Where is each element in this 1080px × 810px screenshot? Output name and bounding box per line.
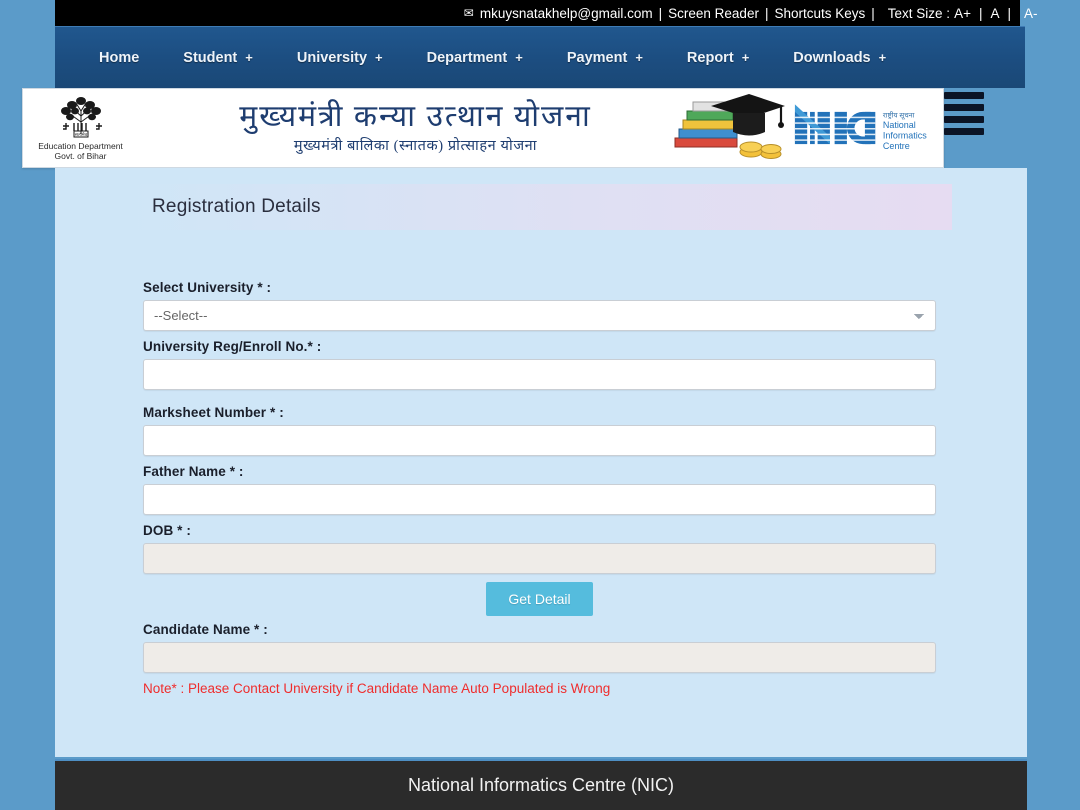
nav-item-home-label: Home — [99, 49, 140, 66]
hamburger-bar — [944, 103, 984, 111]
get-detail-button[interactable]: Get Detail — [486, 582, 593, 616]
nic-logo: राष्ट्रीय सूचना National Informatics Cen… — [793, 97, 943, 159]
page-title: Registration Details — [152, 196, 321, 217]
father-name-label: Father Name * : — [143, 464, 244, 479]
marksheet-number-label: Marksheet Number * : — [143, 405, 284, 420]
scheme-title-hindi: मुख्यमंत्री कन्या उत्थान योजना — [239, 100, 592, 134]
shortcuts-keys-link[interactable]: Shortcuts Keys — [773, 6, 866, 21]
separator-5: | — [1007, 5, 1011, 21]
nav-item-payment[interactable]: Payment + — [545, 50, 665, 66]
separator-4: | — [978, 5, 983, 21]
svg-text:Centre: Centre — [883, 141, 910, 151]
footer-text: National Informatics Centre (NIC) — [407, 775, 675, 795]
dob-label: DOB * : — [143, 523, 191, 538]
hamburger-menu-icon[interactable] — [944, 90, 984, 136]
nav-item-report[interactable]: Report + — [665, 50, 771, 66]
separator-1: | — [658, 5, 663, 21]
nav-item-student-label: Student — [183, 49, 238, 66]
dob-input[interactable] — [143, 543, 936, 574]
site-banner: सत्यमेव Education Department Govt. of Bi… — [22, 88, 944, 168]
expand-plus-icon: + — [635, 49, 643, 65]
nav-item-payment-label: Payment — [566, 49, 628, 66]
envelope-icon: ✉ — [463, 6, 474, 20]
candidate-name-note: Note* : Please Contact University if Can… — [143, 681, 611, 696]
main-content-area: Registration Details Select University *… — [55, 168, 1027, 757]
bihar-emblem-icon: सत्यमेव — [60, 97, 102, 138]
father-name-input[interactable] — [143, 484, 936, 515]
screen-reader-link[interactable]: Screen Reader — [667, 6, 760, 21]
expand-plus-icon: + — [741, 49, 750, 65]
nav-item-university[interactable]: University + — [275, 50, 405, 66]
text-size-label: Text Size : — [887, 5, 951, 21]
nav-item-downloads-label: Downloads — [793, 49, 871, 66]
text-size-normal-button[interactable]: A — [987, 6, 1002, 21]
registration-form: Select University * : --Select-- Univers… — [143, 280, 938, 696]
university-reg-no-label: University Reg/Enroll No.* : — [143, 339, 322, 354]
expand-plus-icon: + — [375, 49, 383, 65]
select-university-label: Select University * : — [143, 280, 272, 295]
hamburger-bar — [944, 91, 984, 99]
panel-header: Registration Details — [130, 184, 952, 230]
candidate-name-label: Candidate Name * : — [143, 622, 268, 637]
separator-3: | — [871, 5, 875, 21]
separator-2: | — [764, 5, 769, 21]
nav-item-home[interactable]: Home — [77, 50, 161, 66]
nav-item-student[interactable]: Student + — [161, 50, 275, 66]
bihar-education-department-emblem: सत्यमेव Education Department Govt. of Bi… — [23, 90, 138, 166]
nav-item-department[interactable]: Department + — [405, 50, 545, 66]
site-footer: National Informatics Centre (NIC) — [55, 759, 1027, 810]
nav-item-downloads[interactable]: Downloads + — [771, 50, 908, 66]
books-and-graduation-cap-illustration — [663, 92, 793, 164]
nic-hindi-label: राष्ट्रीय सूचना — [883, 111, 915, 120]
svg-text:Informatics: Informatics — [883, 130, 927, 140]
main-navigation: Home Student + University + Department +… — [55, 26, 1025, 88]
text-size-decrease-button[interactable]: A- — [1020, 0, 1080, 26]
top-utility-bar: ✉ mkuysnatakhelp@gmail.com | Screen Read… — [55, 0, 1020, 26]
university-reg-no-input[interactable] — [143, 359, 936, 390]
svg-text:National: National — [883, 120, 916, 130]
expand-plus-icon: + — [245, 49, 253, 65]
select-university-dropdown[interactable]: --Select-- — [143, 300, 936, 331]
nav-item-report-label: Report — [686, 49, 734, 66]
expand-plus-icon: + — [878, 49, 887, 65]
emblem-caption-line2: Govt. of Bihar — [54, 151, 107, 161]
support-email[interactable]: mkuysnatakhelp@gmail.com — [479, 6, 654, 21]
banner-title-block: मुख्यमंत्री कन्या उत्थान योजना मुख्यमंत्… — [138, 101, 663, 155]
hamburger-bar — [944, 127, 984, 135]
nav-item-department-label: Department — [426, 49, 508, 66]
hamburger-bar — [944, 115, 984, 123]
marksheet-number-input[interactable] — [143, 425, 936, 456]
scheme-subtitle-hindi: मुख्यमंत्री बालिका (स्नातक) प्रोत्साहन य… — [293, 137, 538, 154]
expand-plus-icon: + — [515, 49, 523, 65]
svg-text:सत्यमेव: सत्यमेव — [74, 131, 87, 137]
text-size-increase-button[interactable]: A+ — [951, 6, 974, 21]
nav-item-university-label: University — [296, 49, 368, 66]
candidate-name-input[interactable] — [143, 642, 936, 673]
